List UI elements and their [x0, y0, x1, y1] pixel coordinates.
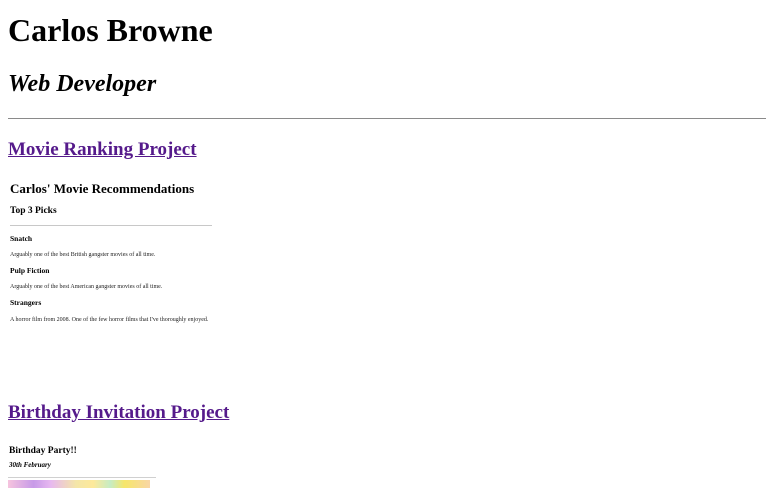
movie-ranking-preview[interactable]: Carlos' Movie Recommendations Top 3 Pick…	[8, 176, 218, 346]
movie-preview-subtitle: Top 3 Picks	[10, 206, 57, 216]
header-divider	[8, 118, 766, 119]
birthday-preview-date: 30th February	[9, 461, 51, 469]
developer-name: Carlos Browne	[8, 12, 213, 48]
developer-role: Web Developer	[8, 71, 157, 97]
birthday-invitation-preview[interactable]: Birthday Party!! 30th February	[8, 440, 158, 488]
movie-description: A horror film from 2008. One of the few …	[10, 317, 209, 323]
movie-description: Arguably one of the best American gangst…	[10, 284, 163, 290]
movie-description: Arguably one of the best British gangste…	[10, 252, 156, 258]
movie-preview-title: Carlos' Movie Recommendations	[10, 181, 195, 196]
birthday-invitation-project-link[interactable]: Birthday Invitation Project	[8, 401, 229, 425]
movie-title: Snatch	[10, 234, 33, 243]
birthday-preview-title: Birthday Party!!	[9, 446, 77, 456]
portfolio-page: Carlos Browne Web Developer Movie Rankin…	[0, 0, 766, 488]
birthday-preview-divider	[8, 477, 156, 478]
party-image	[8, 480, 150, 488]
movie-ranking-project-link[interactable]: Movie Ranking Project	[8, 138, 197, 162]
movie-title: Pulp Fiction	[10, 266, 50, 275]
movie-preview-divider	[10, 225, 212, 226]
movie-title: Strangers	[10, 298, 42, 307]
